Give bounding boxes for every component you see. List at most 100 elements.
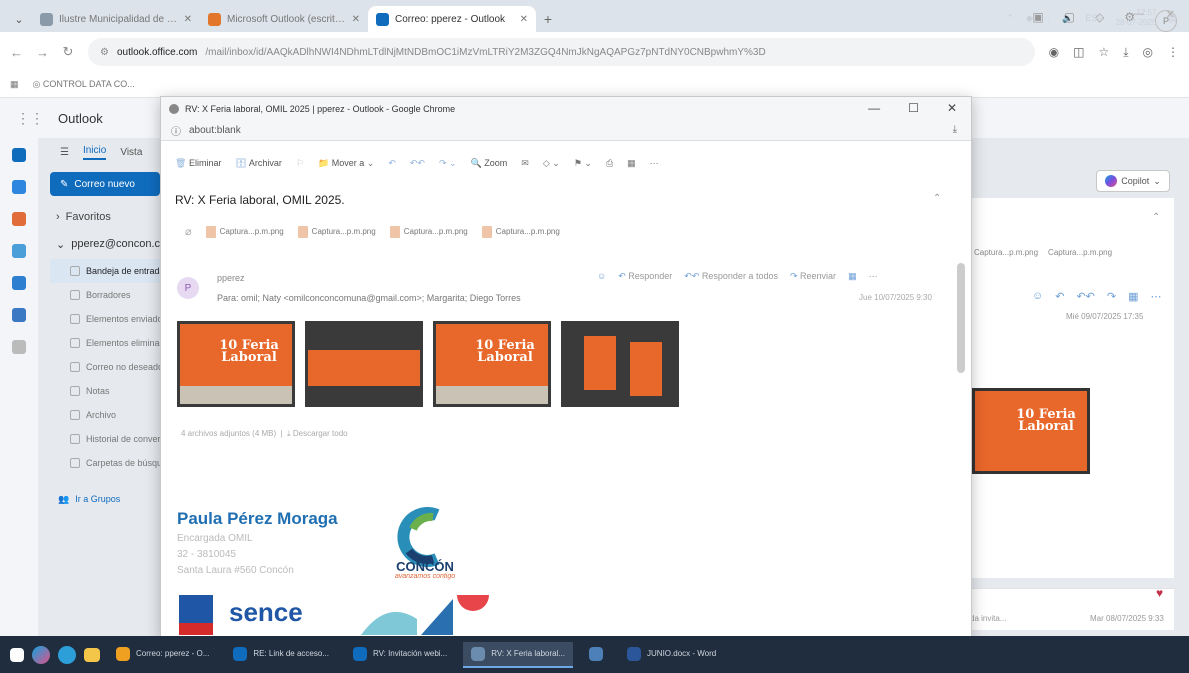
windows-start-icon[interactable] [10,647,24,662]
scrollbar[interactable] [957,263,965,373]
grid-icon[interactable]: ▦ [1128,290,1138,303]
back-icon[interactable]: ← [10,45,23,60]
folder-item[interactable]: Bandeja de entrada [50,259,162,283]
grid-icon[interactable]: ▦ [848,271,857,282]
bookmark-control-data[interactable]: ◎ CONTROL DATA CO... [33,79,135,90]
move-to-button[interactable]: 📁 Mover a ⌄ [318,158,374,169]
new-tab-button[interactable]: + [536,6,560,32]
emoji-icon[interactable]: ☺ [597,271,606,282]
new-mail-button[interactable]: ✎ Correo nuevo [50,172,160,196]
reply-all-icon[interactable]: ↶↶ [410,158,425,169]
tab-close-icon[interactable]: ✕ [352,14,360,25]
tab-search-icon[interactable]: ⌄ [6,6,32,32]
forward-icon[interactable]: ↷ [1107,290,1116,303]
tab-close-icon[interactable]: ✕ [520,14,528,25]
sender-avatar[interactable]: P [177,277,199,299]
folder-item[interactable]: Archivo [50,403,162,427]
browser-tab-municipalidad[interactable]: Ilustre Municipalidad de Con: ✕ [32,6,200,32]
folder-item[interactable]: Elementos eliminados [50,331,162,355]
download-icon[interactable]: ⤓ [1123,45,1128,60]
sender-name[interactable]: pperez [217,273,245,283]
popup-url[interactable]: about:blank [189,125,241,136]
folder-item[interactable]: Carpetas de búsqueda [50,451,162,475]
reply-button[interactable]: ↶ Responder [618,271,672,282]
report-icon[interactable]: ⚐ [296,158,304,169]
minimize-icon[interactable]: — [868,101,880,115]
chevron-up-icon[interactable]: ⌃ [1007,13,1015,24]
download-icon[interactable]: ⤓ [953,124,957,135]
star-icon[interactable]: ☆ [1098,45,1109,60]
profile-icon[interactable]: ◎ [1143,45,1153,60]
emoji-icon[interactable]: ☺ [1032,290,1043,303]
close-icon[interactable]: ✕ [947,101,957,115]
delete-button[interactable]: 🗑 Eliminar [175,158,221,169]
read-unread-icon[interactable]: ✉ [521,158,529,169]
attachment-chip[interactable]: Captura...p.m.png [481,225,560,238]
clock[interactable]: 12:57 28-07-2025 [1116,8,1157,28]
eye-icon[interactable]: ◉ [1049,45,1059,60]
taskbar-app-button[interactable]: RV: Invitación webi... [345,642,455,668]
defender-icon[interactable]: ◆ [1026,13,1033,24]
extensions-icon[interactable]: ◫ [1073,45,1084,60]
browser-tab-outlook-mail[interactable]: Correo: pperez - Outlook ✕ [368,6,536,32]
taskbar-app-button[interactable]: JUNIO.docx - Word [619,642,724,668]
chevron-up-icon[interactable]: ⌃ [1152,212,1160,223]
forward-icon[interactable]: ↷ ⌄ [439,158,457,169]
download-all-link[interactable]: ⤓ Descargar todo [287,429,347,438]
reply-icon[interactable]: ↶ [1055,290,1064,303]
attachment-thumbnail[interactable] [561,321,679,407]
calendar-rail-icon[interactable] [12,180,26,194]
message-list-item[interactable] [968,588,1174,630]
browser-tab-outlook-desktop[interactable]: Microsoft Outlook (escritorio ✕ [200,6,368,32]
zoom-button[interactable]: 🔍 Zoom [471,158,508,169]
notifications-icon[interactable]: ▤ [1168,13,1177,24]
attachment-chip[interactable]: Captura...p.m.png [974,248,1038,257]
more-icon[interactable]: ⋯ [869,271,878,282]
menu-icon[interactable]: ⋮ [1167,45,1179,60]
taskbar-app-button[interactable]: Correo: pperez - O... [108,642,217,668]
site-info-icon[interactable]: ⚙ [100,47,109,58]
reply-all-button[interactable]: ↶↶ Responder a todos [684,271,778,282]
attachment-chip[interactable]: Captura...p.m.png [1048,248,1112,257]
info-icon[interactable]: ⓘ [171,123,181,138]
folder-item[interactable]: › Favoritos [50,205,162,229]
tag-icon[interactable]: ◇ ⌄ [543,158,560,169]
folder-item[interactable]: Historial de conversaciones [50,427,162,451]
reply-all-icon[interactable]: ↶↶ [1076,290,1094,303]
attachment-thumbnail[interactable]: 10 Feria Laboral [433,321,551,407]
reload-icon[interactable]: ↻ [62,44,74,60]
forward-button[interactable]: ↷ Reenviar [790,271,836,282]
groups-link[interactable]: 👥 Ir a Grupos [50,487,162,511]
more-icon[interactable]: ⋯ [650,158,659,169]
file-explorer-icon[interactable] [84,647,100,662]
apps-rail-icon[interactable] [12,340,26,354]
copilot-rail-icon[interactable] [12,212,26,226]
attachment-chip[interactable]: Captura...p.m.png [205,225,284,238]
taskbar-app-button[interactable] [581,642,611,668]
copilot-taskbar-icon[interactable] [32,645,50,664]
hamburger-icon[interactable]: ☰ [60,147,69,158]
forward-icon[interactable]: → [36,45,49,60]
folder-item[interactable]: ⌄ pperez@concon.cl [50,229,162,259]
chevron-up-icon[interactable]: ⌃ [933,193,941,204]
grid-icon[interactable]: ▦ [627,158,636,169]
groups-rail-icon[interactable] [12,308,26,322]
folder-item[interactable]: Notas [50,379,162,403]
copilot-button[interactable]: Copilot ⌄ [1096,170,1170,192]
flag-icon[interactable]: ⚑ ⌄ [574,158,592,169]
tab-inicio[interactable]: Inicio [82,145,107,160]
mail-icon[interactable] [12,148,26,162]
attachment-chip[interactable]: Captura...p.m.png [297,225,376,238]
volume-icon[interactable]: 🔈 [1062,13,1073,24]
taskbar-app-button[interactable]: RV: X Feria laboral... [463,641,574,668]
print-icon[interactable]: ⎙ [606,158,613,169]
reply-icon[interactable]: ↶ [388,158,396,169]
heart-icon[interactable]: ♥ [1156,586,1163,600]
folder-item[interactable]: Borradores [50,283,162,307]
edge-icon[interactable] [58,645,76,664]
tab-close-icon[interactable]: ✕ [184,14,192,25]
url-field[interactable]: ⚙ outlook.office.com/mail/inbox/id/AAQkA… [88,38,1035,66]
more-icon[interactable]: ⋯ [1151,290,1162,303]
attachment-thumbnail[interactable] [305,321,423,407]
people-icon[interactable] [12,244,26,258]
